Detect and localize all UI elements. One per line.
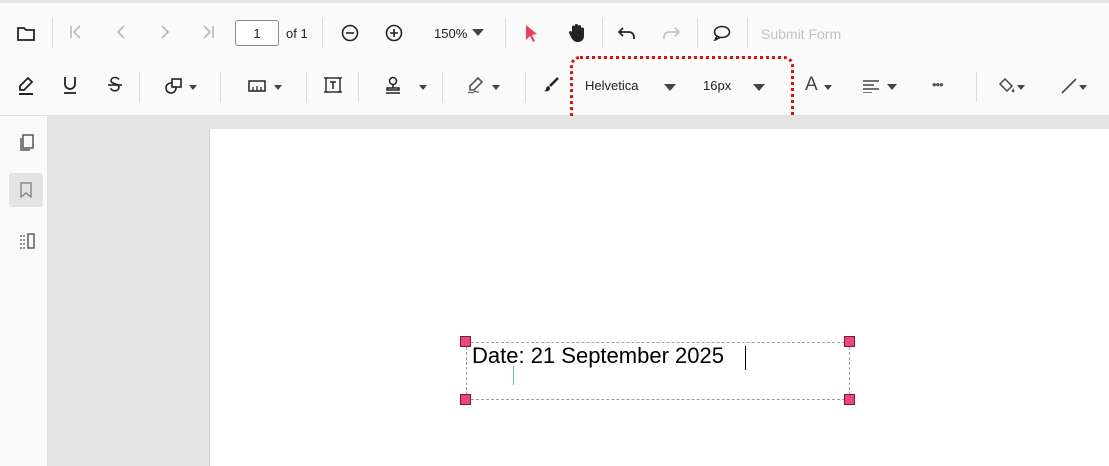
bookmark-icon[interactable]: [16, 180, 36, 200]
divider: [697, 18, 698, 48]
chevron-down-icon[interactable]: [491, 83, 501, 91]
more-options-button[interactable]: •••: [932, 77, 944, 92]
chevron-down-icon[interactable]: [823, 83, 833, 91]
undo-icon[interactable]: [616, 23, 638, 43]
first-page-icon[interactable]: [66, 22, 86, 42]
resize-handle-top-right[interactable]: [844, 336, 855, 347]
shapes-icon[interactable]: [163, 75, 185, 97]
next-page-icon[interactable]: [155, 22, 175, 42]
font-color-button[interactable]: A: [805, 74, 818, 96]
zoom-dropdown[interactable]: 150%: [434, 26, 467, 41]
text-cursor-marker: [513, 366, 514, 385]
zoom-out-icon[interactable]: [339, 22, 361, 44]
highlight-icon[interactable]: [15, 75, 37, 97]
free-text-icon[interactable]: [322, 74, 344, 96]
chevron-down-icon[interactable]: [273, 83, 283, 91]
underline-icon[interactable]: [59, 74, 81, 96]
chevron-down-icon[interactable]: [418, 83, 428, 91]
page-count-label: of 1: [286, 26, 308, 41]
stamp-icon[interactable]: [382, 74, 404, 96]
strikethrough-icon[interactable]: [104, 74, 126, 96]
pan-hand-icon[interactable]: [565, 21, 589, 45]
page-thumbnails-icon[interactable]: [17, 133, 37, 153]
navigation-sidebar: [0, 116, 48, 466]
primary-toolbar: 1 of 1 150% Submit Form: [0, 0, 1109, 58]
page-number-input[interactable]: 1: [235, 20, 279, 46]
divider: [602, 18, 603, 48]
signature-icon[interactable]: [465, 75, 487, 97]
measure-icon[interactable]: [246, 75, 268, 97]
font-controls-highlight: [570, 56, 794, 125]
divider: [306, 72, 307, 102]
comment-icon[interactable]: [711, 22, 733, 44]
selection-pointer-icon[interactable]: [521, 22, 543, 44]
free-text-content[interactable]: Date: 21 September 2025: [472, 343, 724, 369]
annotation-toolbar: Helvetica 16px A •••: [0, 58, 1109, 116]
zoom-in-icon[interactable]: [383, 22, 405, 44]
divider: [442, 72, 443, 102]
divider: [505, 18, 506, 48]
chevron-down-icon[interactable]: [886, 83, 898, 91]
resize-handle-top-left[interactable]: [460, 336, 471, 347]
ink-brush-icon[interactable]: [540, 74, 562, 96]
divider: [322, 18, 323, 48]
page-number-value: 1: [253, 25, 261, 41]
chevron-down-icon[interactable]: [471, 27, 485, 39]
annotation-list-icon[interactable]: [17, 231, 37, 251]
resize-handle-bottom-right[interactable]: [844, 394, 855, 405]
chevron-down-icon[interactable]: [1078, 83, 1088, 91]
text-cursor: [745, 346, 746, 370]
text-align-icon[interactable]: [860, 75, 882, 97]
divider: [976, 72, 977, 102]
open-folder-icon[interactable]: [13, 22, 39, 46]
divider: [220, 72, 221, 102]
line-color-icon[interactable]: [1058, 75, 1080, 97]
chevron-down-icon[interactable]: [1016, 83, 1026, 91]
chevron-down-icon[interactable]: [188, 83, 198, 91]
previous-page-icon[interactable]: [111, 22, 131, 42]
resize-handle-bottom-left[interactable]: [460, 394, 471, 405]
divider: [747, 18, 748, 48]
last-page-icon[interactable]: [198, 22, 218, 42]
submit-form-button[interactable]: Submit Form: [761, 26, 841, 42]
redo-icon[interactable]: [660, 23, 682, 43]
divider: [52, 18, 53, 48]
divider: [358, 72, 359, 102]
fill-color-icon[interactable]: [996, 75, 1018, 97]
pdf-page[interactable]: [209, 129, 1109, 466]
divider: [139, 72, 140, 102]
divider: [525, 72, 526, 102]
